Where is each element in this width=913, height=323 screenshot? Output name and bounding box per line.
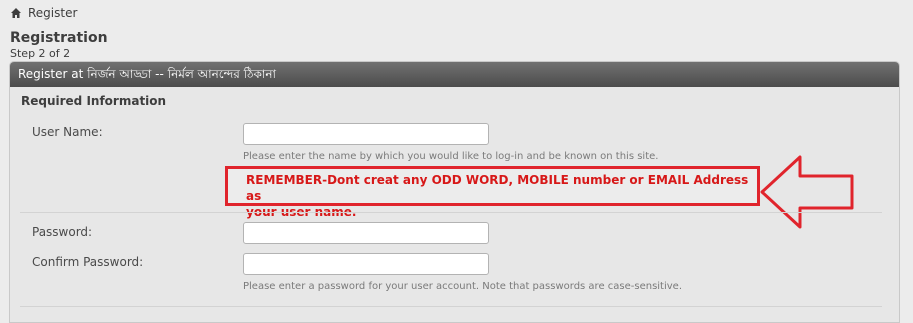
block-header: Register at নির্জন আড্ডা -- নির্মল আনন্দ… (10, 62, 899, 87)
confirm-password-label: Confirm Password: (32, 255, 144, 269)
warning-line-1: REMEMBER-Dont creat any ODD WORD, MOBILE… (246, 173, 749, 203)
confirm-password-input[interactable] (243, 253, 489, 275)
left-arrow-icon (760, 155, 854, 229)
username-label: User Name: (32, 125, 103, 139)
registration-form: Register at নির্জন আড্ডা -- নির্মল আনন্দ… (9, 61, 900, 323)
username-input[interactable] (243, 123, 489, 145)
section-divider (20, 212, 882, 213)
password-input[interactable] (243, 222, 489, 244)
password-hint: Please enter a password for your user ac… (243, 281, 683, 292)
breadcrumb-register-link[interactable]: Register (28, 6, 77, 20)
page-title: Registration (10, 30, 108, 46)
breadcrumb: Register (10, 6, 77, 20)
page-subtitle: Step 2 of 2 (10, 47, 71, 60)
home-icon[interactable] (10, 7, 22, 19)
section-divider-bottom (20, 306, 882, 307)
section-title: Required Information (21, 94, 167, 108)
username-hint: Please enter the name by which you would… (243, 151, 659, 162)
username-warning-notice: REMEMBER-Dont creat any ODD WORD, MOBILE… (225, 166, 760, 219)
password-label: Password: (32, 225, 93, 239)
